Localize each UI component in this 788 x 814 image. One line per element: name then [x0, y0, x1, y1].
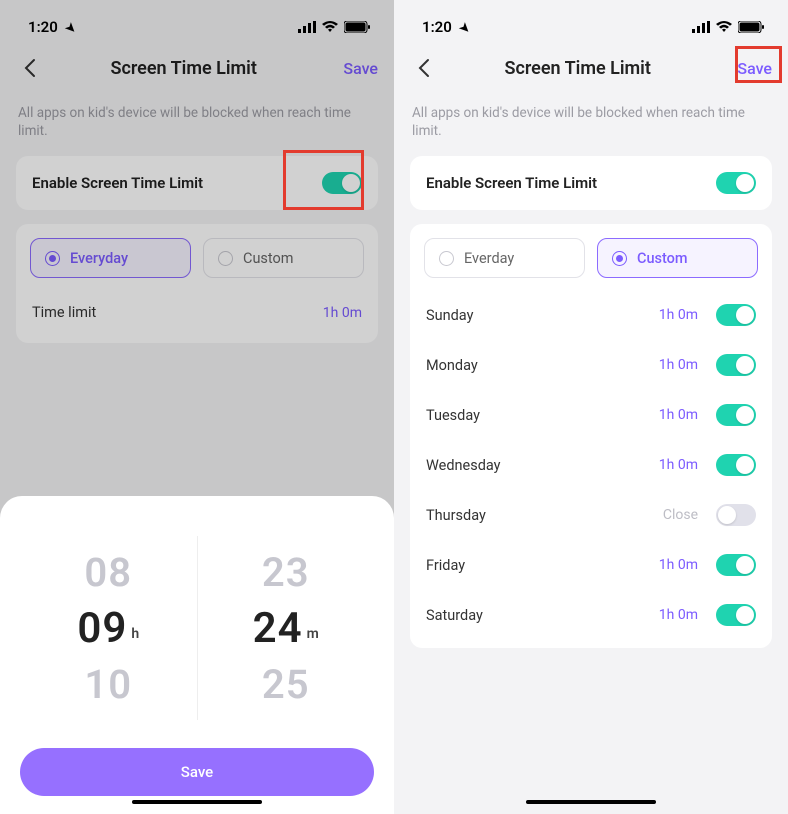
tab-everyday-label: Everday [464, 250, 514, 267]
day-close-value: Close [663, 507, 698, 523]
day-toggle[interactable] [716, 604, 756, 626]
home-indicator[interactable] [132, 800, 262, 804]
enable-toggle[interactable] [322, 172, 362, 194]
picker-save-button[interactable]: Save [20, 748, 374, 796]
day-row[interactable]: Saturday1h 0m [424, 590, 758, 640]
home-indicator[interactable] [526, 800, 656, 804]
time-picker[interactable]: 08 09h 10 23 24m 25 [20, 518, 374, 738]
day-list: Sunday1h 0mMonday1h 0mTuesday1h 0mWednes… [424, 290, 758, 640]
time-limit-label: Time limit [32, 304, 96, 321]
day-time-value: 1h 0m [659, 457, 698, 473]
page-title: Screen Time Limit [418, 58, 737, 79]
day-row[interactable]: ThursdayClose [424, 490, 758, 540]
battery-icon [738, 21, 764, 33]
save-button[interactable]: Save [737, 59, 772, 78]
status-bar: 1:20 ➤ [394, 10, 788, 44]
day-time-value: 1h 0m [659, 557, 698, 573]
minute-unit: m [307, 626, 319, 642]
tab-everyday[interactable]: Everyday [30, 238, 191, 278]
day-toggle[interactable] [716, 554, 756, 576]
wifi-icon [716, 21, 732, 33]
page-title: Screen Time Limit [24, 58, 343, 79]
tab-custom-label: Custom [243, 250, 294, 267]
wifi-icon [322, 21, 338, 33]
day-name: Thursday [426, 507, 663, 524]
day-time-value: 1h 0m [659, 407, 698, 423]
day-name: Tuesday [426, 407, 659, 424]
tab-everyday-label: Everyday [70, 250, 128, 267]
day-toggle[interactable] [716, 504, 756, 526]
helper-text: All apps on kid's device will be blocked… [394, 92, 788, 152]
time-limit-row[interactable]: Time limit 1h 0m [30, 290, 364, 335]
hour-wheel[interactable]: 08 09h 10 [20, 518, 197, 738]
helper-text: All apps on kid's device will be blocked… [0, 92, 394, 152]
schedule-card: Everyday Custom Time limit 1h 0m [16, 224, 378, 343]
minute-selected: 24 [253, 604, 303, 653]
tab-everyday[interactable]: Everday [424, 238, 585, 278]
day-name: Monday [426, 357, 659, 374]
day-name: Sunday [426, 307, 659, 324]
minute-next: 25 [262, 661, 310, 708]
day-row[interactable]: Monday1h 0m [424, 340, 758, 390]
day-time-value: 1h 0m [659, 357, 698, 373]
radio-icon [612, 251, 627, 266]
enable-toggle[interactable] [716, 172, 756, 194]
signal-icon [692, 21, 710, 33]
day-toggle[interactable] [716, 404, 756, 426]
day-row[interactable]: Wednesday1h 0m [424, 440, 758, 490]
tab-custom-label: Custom [637, 250, 688, 267]
screen-left: 1:20 ➤ Screen Time Limit Save All apps o… [0, 0, 394, 814]
radio-icon [439, 251, 454, 266]
schedule-card: Everday Custom Sunday1h 0mMonday1h 0mTue… [410, 224, 772, 648]
minute-wheel[interactable]: 23 24m 25 [198, 518, 375, 738]
radio-icon [218, 251, 233, 266]
save-button[interactable]: Save [343, 59, 378, 78]
minute-prev: 23 [262, 549, 310, 596]
time-limit-value: 1h 0m [323, 305, 362, 321]
location-icon: ➤ [456, 19, 473, 36]
day-toggle[interactable] [716, 304, 756, 326]
day-name: Friday [426, 557, 659, 574]
screen-right: 1:20 ➤ Screen Time Limit Save All apps o… [394, 0, 788, 814]
day-row[interactable]: Friday1h 0m [424, 540, 758, 590]
day-name: Saturday [426, 607, 659, 624]
radio-icon [45, 251, 60, 266]
day-row[interactable]: Tuesday1h 0m [424, 390, 758, 440]
enable-label: Enable Screen Time Limit [32, 174, 203, 192]
tab-custom[interactable]: Custom [597, 238, 758, 278]
tab-custom[interactable]: Custom [203, 238, 364, 278]
nav-header: Screen Time Limit Save [394, 44, 788, 92]
signal-icon [298, 21, 316, 33]
day-toggle[interactable] [716, 354, 756, 376]
enable-card: Enable Screen Time Limit [16, 156, 378, 210]
status-time: 1:20 ➤ [28, 18, 76, 36]
hour-prev: 08 [84, 549, 132, 596]
status-bar: 1:20 ➤ [0, 10, 394, 44]
day-row[interactable]: Sunday1h 0m [424, 290, 758, 340]
day-toggle[interactable] [716, 454, 756, 476]
time-picker-sheet: 08 09h 10 23 24m 25 Save [0, 496, 394, 814]
enable-label: Enable Screen Time Limit [426, 174, 597, 192]
day-time-value: 1h 0m [659, 307, 698, 323]
status-time: 1:20 ➤ [422, 18, 470, 36]
status-time-text: 1:20 [422, 18, 452, 36]
hour-next: 10 [84, 661, 132, 708]
location-icon: ➤ [62, 19, 79, 36]
battery-icon [344, 21, 370, 33]
status-time-text: 1:20 [28, 18, 58, 36]
enable-card: Enable Screen Time Limit [410, 156, 772, 210]
hour-unit: h [131, 626, 139, 642]
day-time-value: 1h 0m [659, 607, 698, 623]
nav-header: Screen Time Limit Save [0, 44, 394, 92]
day-name: Wednesday [426, 457, 659, 474]
hour-selected: 09 [77, 604, 127, 653]
